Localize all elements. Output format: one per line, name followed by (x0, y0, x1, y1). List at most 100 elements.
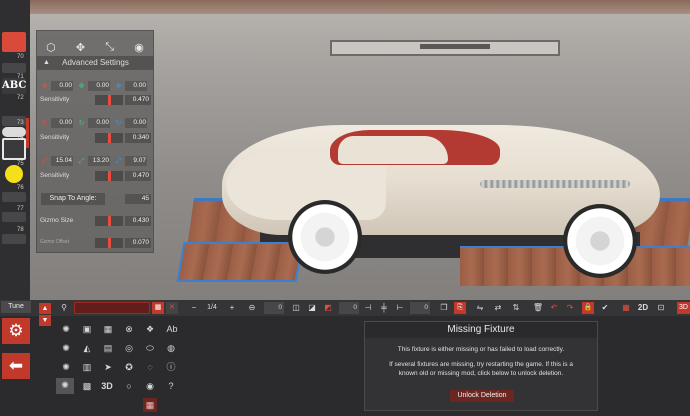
mountain-icon[interactable]: ◭ (80, 341, 94, 355)
eye-icon[interactable]: ◉ (134, 41, 144, 54)
pattern-icon[interactable]: ▤ (101, 341, 115, 355)
value-input-c[interactable]: 0 (410, 302, 430, 314)
layer-slot[interactable] (2, 192, 26, 202)
grid-pattern-icon-selected[interactable]: ▦ (143, 398, 157, 412)
rotation-x-field[interactable]: 0.00 (51, 118, 73, 128)
target-icon[interactable]: ◉ (143, 379, 157, 393)
stripe-icon[interactable]: ▥ (80, 360, 94, 374)
rotation-z-field[interactable]: 0.00 (125, 118, 147, 128)
snap-angle-value[interactable]: 45 (125, 194, 151, 204)
circle-x-icon[interactable]: ⊗ (122, 322, 136, 336)
bulb-icon[interactable]: ✺ (59, 322, 73, 336)
view-2d-button[interactable]: 2D (635, 302, 651, 314)
position-z-field[interactable]: 0.00 (125, 81, 147, 91)
gizmo-size-slider[interactable] (95, 216, 123, 226)
light-fixture-icon-selected[interactable]: ✺ (56, 378, 74, 394)
flip-icon[interactable]: ⇄ (492, 302, 504, 314)
delete-icon[interactable]: 🗑 (532, 302, 544, 314)
scroll-indicator[interactable] (26, 118, 29, 148)
square-fixture-icon[interactable]: ▣ (80, 322, 94, 336)
move-down-button[interactable]: ▼ (39, 315, 51, 326)
text-3d-icon[interactable]: 3D (99, 379, 115, 393)
layer-number: 72 (17, 95, 24, 101)
position-x-field[interactable]: 0.00 (51, 81, 73, 91)
align-center-icon[interactable]: ╪ (378, 302, 390, 314)
bulb-icon-2[interactable]: ✺ (59, 341, 73, 355)
back-button[interactable]: ⬅ (2, 353, 30, 379)
globe-icon[interactable]: ◍ (164, 341, 178, 355)
position-y-field[interactable]: 0.00 (88, 81, 110, 91)
rotation-sensitivity-slider[interactable] (95, 133, 123, 143)
view-3d-button[interactable]: 3D (677, 302, 690, 314)
move-icon[interactable]: ✥ (76, 41, 85, 54)
text-tool-abc[interactable]: ABC (2, 78, 26, 94)
minus-icon[interactable]: − (188, 302, 200, 314)
scale-x-field[interactable]: 15.04 (51, 156, 73, 166)
position-row: ✥ 0.00 ✥ 0.00 ✥ 0.00 (40, 80, 152, 92)
advanced-settings-title[interactable]: ▲ Advanced Settings (37, 56, 154, 70)
lock-button[interactable]: 🔒 (582, 302, 594, 314)
dialog-message-1: This fixture is either missing or has fa… (397, 346, 565, 353)
confirm-icon[interactable]: ✔ (599, 302, 611, 314)
scale-sensitivity-slider[interactable] (95, 171, 123, 181)
gizmo-size-label: Gizmo Size (40, 217, 74, 224)
copy-icon[interactable]: ❐ (438, 302, 450, 314)
bulb-icon-3[interactable]: ✺ (59, 360, 73, 374)
mirror-icon[interactable]: ⇋ (474, 302, 486, 314)
arrow-fixture-icon[interactable]: ➤ (101, 360, 115, 374)
circle-icon[interactable]: ○ (122, 379, 136, 393)
position-sensitivity-value[interactable]: 0.470 (125, 95, 151, 105)
pill-icon[interactable]: ⬭ (143, 341, 157, 355)
scale-y-field[interactable]: 13.20 (88, 156, 110, 166)
tune-button[interactable]: Tune (1, 301, 31, 313)
search-icon[interactable]: ⚲ (58, 302, 70, 314)
rotation-y-field[interactable]: 0.00 (88, 118, 110, 128)
transform-icon-3[interactable]: ◩ (322, 302, 334, 314)
value-input-b[interactable]: 0 (339, 302, 359, 314)
search-input[interactable] (74, 302, 150, 314)
gizmo-offset-slider[interactable] (95, 238, 123, 248)
flip-vertical-icon[interactable]: ⇅ (510, 302, 522, 314)
layer-slot[interactable] (2, 234, 26, 244)
move-up-button[interactable]: ▲ (39, 303, 51, 314)
scale-icon[interactable]: ⤡ (105, 41, 114, 54)
value-input-a[interactable]: 0 (264, 302, 284, 314)
unlock-deletion-button[interactable]: Unlock Deletion (450, 390, 514, 402)
undo-icon[interactable]: ↶ (548, 302, 560, 314)
collapse-arrow-icon[interactable]: ▲ (43, 56, 50, 70)
eye-fixture-icon[interactable]: ◎ (122, 341, 136, 355)
badge-icon[interactable]: ❖ (143, 322, 157, 336)
circle-minus-icon[interactable]: ⊖ (246, 302, 258, 314)
rotation-sensitivity-value[interactable]: 0.340 (125, 133, 151, 143)
layer-slot[interactable] (2, 63, 26, 73)
position-sensitivity-slider[interactable] (95, 95, 123, 105)
align-right-icon[interactable]: ⊢ (394, 302, 406, 314)
scale-sensitivity-value[interactable]: 0.470 (125, 171, 151, 181)
scale-z-field[interactable]: 9.07 (125, 156, 147, 166)
transform-icon-2[interactable]: ◪ (306, 302, 318, 314)
logo-icon[interactable]: ✪ (122, 360, 136, 374)
snap-icon[interactable]: ⊡ (655, 302, 667, 314)
grid-icon[interactable]: ▦ (620, 302, 632, 314)
square-swatch-selected[interactable] (2, 138, 26, 160)
yellow-swatch[interactable] (5, 165, 23, 183)
settings-gear-button[interactable]: ⚙ (2, 318, 30, 344)
transform-icon[interactable]: ◫ (290, 302, 302, 314)
help-icon[interactable]: ? (164, 379, 178, 393)
paste-button[interactable]: ⎘ (454, 302, 466, 314)
ring-icon[interactable]: ◌ (143, 360, 157, 374)
gizmo-offset-value[interactable]: 0.070 (125, 238, 151, 248)
clear-search-icon[interactable]: ✕ (166, 302, 178, 314)
layer-slot[interactable] (2, 212, 26, 222)
plus-icon[interactable]: + (226, 302, 238, 314)
filter-button[interactable]: ▦ (152, 302, 164, 314)
grid-fixture-icon[interactable]: ▦ (101, 322, 115, 336)
align-left-icon[interactable]: ⊣ (362, 302, 374, 314)
gray-square-icon[interactable]: ▩ (80, 379, 94, 393)
text-ab-icon[interactable]: Ab (164, 322, 180, 336)
color-swatch-red[interactable] (2, 32, 26, 52)
cube-icon[interactable]: ⬡ (46, 41, 56, 54)
info-icon[interactable]: ⓘ (164, 360, 178, 374)
gizmo-size-value[interactable]: 0.430 (125, 216, 151, 226)
redo-icon[interactable]: ↷ (564, 302, 576, 314)
